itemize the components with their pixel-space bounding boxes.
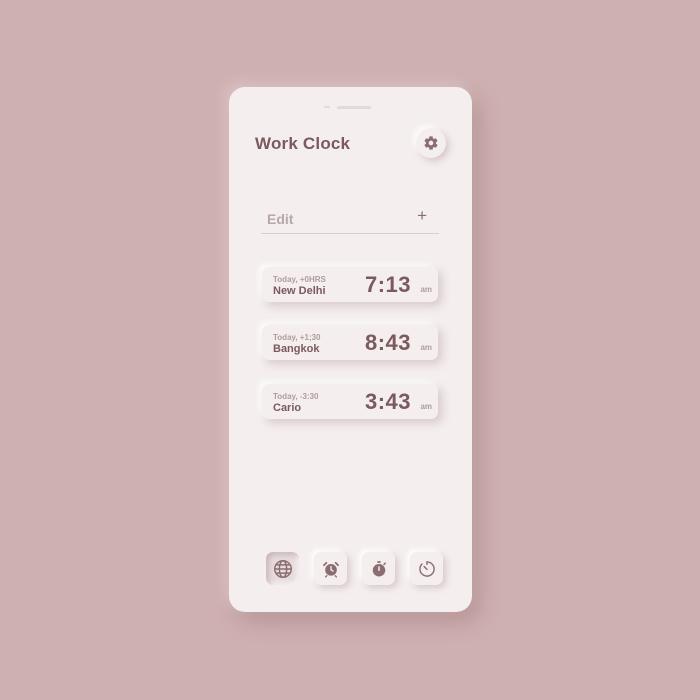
add-clock-button[interactable]: + [417, 207, 427, 224]
clock-offset: Today, +0HRS [273, 275, 326, 284]
clock-card-new-delhi[interactable]: Today, +0HRS New Delhi 7:13 am [262, 267, 438, 302]
stopwatch-icon [369, 559, 389, 579]
clock-period: am [420, 285, 432, 294]
clock-offset: Today, +1;30 [273, 333, 321, 342]
speaker-bar [337, 106, 371, 109]
nav-stopwatch[interactable] [362, 552, 395, 585]
clock-period: am [420, 402, 432, 411]
globe-icon [272, 558, 294, 580]
alarm-clock-icon [321, 559, 341, 579]
clock-offset: Today, -3:30 [273, 392, 319, 401]
clock-period: am [420, 343, 432, 352]
timer-icon [417, 559, 437, 579]
nav-alarm[interactable] [314, 552, 347, 585]
clock-city: Cario [273, 402, 302, 414]
clock-city: New Delhi [273, 285, 326, 297]
camera-dot [324, 106, 330, 108]
clock-time: 7:13 [364, 272, 411, 297]
stage: Work Clock Edit + Today, +0HRS New Delhi… [0, 0, 700, 700]
clock-time: 8:43 [364, 330, 411, 355]
clock-city: Bangkok [273, 343, 320, 355]
nav-world-clock[interactable] [266, 552, 299, 585]
app-title: Work Clock [255, 134, 351, 153]
edit-button[interactable]: Edit [267, 211, 293, 227]
edit-bar: Edit + [261, 207, 439, 234]
clock-card-bangkok[interactable]: Today, +1;30 Bangkok 8:43 am [262, 325, 438, 360]
settings-button[interactable] [416, 128, 446, 158]
gear-icon [423, 135, 439, 151]
phone-frame: Work Clock Edit + Today, +0HRS New Delhi… [229, 87, 472, 612]
nav-timer[interactable] [410, 552, 443, 585]
clock-card-cario[interactable]: Today, -3:30 Cario 3:43 am [262, 384, 438, 419]
clock-time: 3:43 [364, 389, 411, 414]
